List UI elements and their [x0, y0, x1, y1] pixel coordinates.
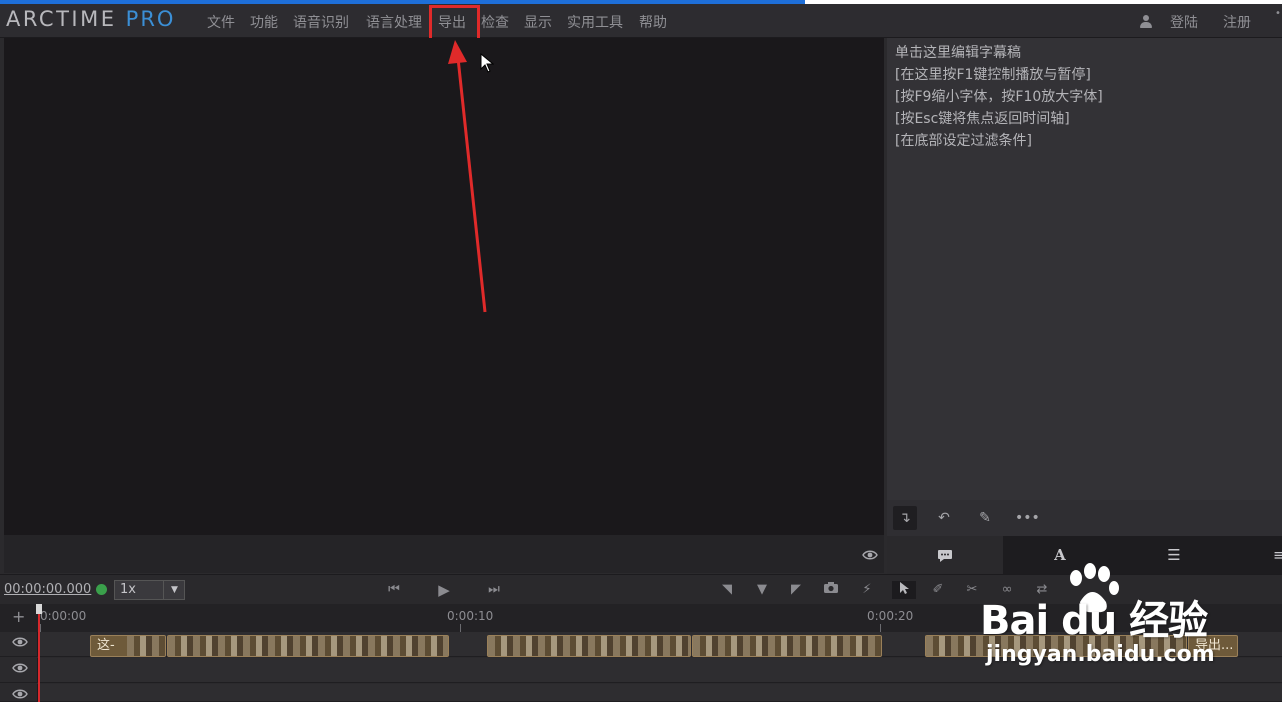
panel-line: [在底部设定过滤条件]: [895, 133, 1032, 149]
eye-icon[interactable]: [12, 636, 28, 648]
eye-icon[interactable]: [862, 549, 878, 561]
eye-icon[interactable]: [12, 662, 28, 674]
add-track-icon[interactable]: +: [12, 607, 25, 626]
panel-toolbar: ↴ ↶ ✎ •••: [887, 500, 1282, 536]
scissors-icon[interactable]: ✂: [962, 581, 982, 599]
menu-function[interactable]: 功能: [250, 12, 278, 32]
app-logo: ARCTIME PRO: [6, 7, 176, 31]
more-dots-icon[interactable]: •••: [1015, 506, 1040, 530]
user-icon: [1140, 15, 1152, 29]
select-tool-icon[interactable]: [892, 581, 916, 599]
baidu-watermark: Bai du 经验 jingyan.baidu.com: [980, 560, 1280, 670]
video-bottom-bar: [4, 535, 884, 573]
video-preview[interactable]: [4, 38, 884, 535]
timecode-display[interactable]: 00:00:00.000: [4, 582, 91, 597]
playback-speed-select[interactable]: 1x ▼: [114, 580, 185, 600]
subtitle-clip[interactable]: [167, 635, 449, 657]
undo-icon[interactable]: ↶: [932, 506, 956, 530]
register-link[interactable]: 注册: [1223, 12, 1251, 32]
subtitle-clip[interactable]: [487, 635, 691, 657]
login-link[interactable]: 登陆: [1170, 12, 1198, 32]
menu-utilities[interactable]: 实用工具: [567, 12, 623, 32]
skip-back-icon[interactable]: ⏮: [384, 581, 404, 599]
panel-line: [按Esc键将焦点返回时间轴]: [895, 111, 1070, 127]
panel-line: [在这里按F1键控制播放与暂停]: [895, 67, 1091, 83]
menu-check[interactable]: 检查: [481, 12, 509, 32]
marker-down-icon[interactable]: ▼: [752, 581, 772, 599]
mark-in-icon[interactable]: ◥: [717, 581, 737, 599]
tick-label: 0:00:10: [447, 609, 494, 623]
panel-line: 单击这里编辑字幕稿: [895, 45, 1021, 61]
insert-icon[interactable]: ↴: [893, 506, 917, 530]
edit-tool-icon[interactable]: ✐: [928, 581, 948, 599]
panel-line: [按F9缩小字体，按F10放大字体]: [895, 89, 1103, 105]
camera-icon[interactable]: [821, 581, 841, 599]
tick-label: 0:00:00: [40, 609, 87, 623]
eye-icon[interactable]: [12, 688, 28, 700]
playhead[interactable]: [38, 606, 40, 702]
mouse-cursor-icon: [480, 53, 494, 73]
watermark-text: Bai du 经验: [980, 598, 1208, 644]
playback-speed-value: 1x: [120, 582, 136, 597]
subtitle-track[interactable]: [0, 684, 1282, 702]
magic-wand-icon[interactable]: ⚡: [857, 581, 877, 599]
menu-help[interactable]: 帮助: [639, 12, 667, 32]
playhead-handle[interactable]: [36, 604, 42, 614]
more-icon[interactable]: •: [1275, 8, 1281, 19]
status-dot-icon: [96, 584, 107, 595]
watermark-url: jingyan.baidu.com: [986, 642, 1215, 667]
speech-bubble-icon: [938, 549, 952, 562]
subtitle-clip[interactable]: 这-: [90, 635, 166, 657]
mark-out-icon[interactable]: ◤: [786, 581, 806, 599]
chevron-down-icon[interactable]: ▼: [163, 581, 185, 599]
menu-file[interactable]: 文件: [207, 12, 235, 32]
subtitle-text-editor[interactable]: 单击这里编辑字幕稿 [在这里按F1键控制播放与暂停] [按F9缩小字体，按F10…: [887, 38, 1282, 500]
skip-forward-icon[interactable]: ⏭: [484, 581, 504, 599]
menu-speech-recognition[interactable]: 语音识别: [293, 12, 349, 32]
play-icon[interactable]: ▶: [434, 581, 454, 599]
subtitle-clip[interactable]: [692, 635, 882, 657]
tick-label: 0:00:20: [867, 609, 914, 623]
menu-display[interactable]: 显示: [524, 12, 552, 32]
menu-bar: ARCTIME PRO 文件 功能 语音识别 语言处理 导出 检查 显示 实用工…: [0, 4, 1282, 38]
pencil-icon[interactable]: ✎: [973, 506, 997, 530]
menu-language-processing[interactable]: 语言处理: [366, 12, 422, 32]
